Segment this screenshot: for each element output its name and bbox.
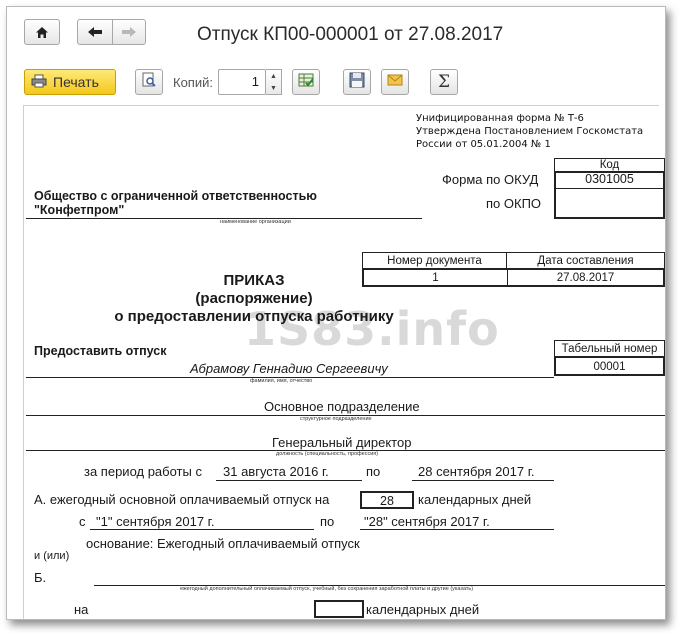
save-button[interactable] [343, 69, 371, 95]
home-button[interactable] [24, 19, 60, 45]
doc-number: 1 [432, 272, 439, 284]
doc-date-header-cell: Дата составления [506, 252, 665, 269]
a-to-label: по [320, 514, 335, 529]
okpo-label: по ОКПО [486, 196, 542, 211]
grant-label: Предоставить отпуск [34, 344, 167, 358]
spinner-down-icon[interactable]: ▼ [270, 85, 277, 92]
period-from-underline [216, 480, 362, 481]
back-button[interactable] [77, 19, 113, 45]
a-days-box: 28 [360, 491, 414, 509]
code-box: 0301005 [554, 171, 665, 219]
printer-icon [31, 74, 47, 91]
org-name-line2: "Конфетпром" [34, 203, 125, 217]
forward-button[interactable] [112, 19, 146, 45]
a-from-underline [90, 529, 314, 530]
navigation-bar: Отпуск КП00-000001 от 27.08.2017 [7, 7, 665, 51]
b-caption: ежегодный дополнительный оплачиваемый от… [180, 586, 474, 592]
document-window: Отпуск КП00-000001 от 27.08.2017 Печать [6, 6, 666, 620]
employee-caption: фамилия, имя, отчество [250, 378, 313, 384]
form-header-line1: Унифицированная форма № Т-6 [416, 113, 584, 124]
arrow-left-icon [87, 26, 103, 38]
doc-number-row: 1 27.08.2017 [362, 268, 665, 287]
doc-number-header: Номер документа [387, 255, 482, 267]
a-days-label: календарных дней [418, 492, 532, 507]
b-days-box [314, 600, 364, 618]
sigma-icon: Σ [437, 72, 451, 92]
send-email-button[interactable] [381, 69, 409, 95]
toolbar: Печать Копий: 1 ▲ ▼ Σ [7, 65, 665, 99]
position-name: Генеральный директор [272, 435, 412, 450]
a-to-underline [360, 529, 554, 530]
spinner-up-icon[interactable]: ▲ [270, 73, 277, 80]
okud-value: 0301005 [585, 172, 634, 186]
print-preview-button[interactable] [135, 69, 163, 95]
section-b-label: Б. [34, 570, 47, 585]
and-or-label: и (или) [34, 550, 70, 562]
form-header-line3: России от 05.01.2004 № 1 [416, 139, 551, 150]
order-subtitle: (распоряжение) [195, 290, 313, 307]
print-button[interactable]: Печать [24, 69, 116, 95]
code-header-cell: Код [554, 158, 665, 172]
order-title: ПРИКАЗ [223, 272, 285, 289]
doc-date-header: Дата составления [537, 255, 634, 267]
employee-name: Абрамову Геннадию Сергеевичу [190, 361, 388, 376]
a-to: "28" сентября 2017 г. [364, 514, 490, 529]
period-to-label: по [366, 464, 381, 479]
position-caption: должность (специальность, профессия) [276, 451, 379, 457]
doc-date: 27.08.2017 [556, 272, 615, 284]
period-from: 31 августа 2016 г. [223, 464, 329, 479]
table-settings-button[interactable] [292, 69, 320, 95]
tab-header-cell: Табельный номер [554, 340, 665, 357]
print-label: Печать [53, 74, 99, 90]
tab-number-box: 00001 [554, 356, 665, 376]
sum-button[interactable]: Σ [430, 69, 458, 95]
a-from: "1" сентября 2017 г. [96, 514, 215, 529]
copies-spinner[interactable]: ▲ ▼ [266, 69, 282, 95]
home-icon [35, 26, 49, 39]
period-to: 28 сентября 2017 г. [418, 464, 535, 479]
copies-label: Копий: [173, 75, 213, 90]
department-name: Основное подразделение [264, 399, 420, 414]
table-settings-icon [298, 72, 314, 93]
form-header-line2: Утверждена Постановлением Госкомстата [416, 126, 644, 137]
print-preview-icon [141, 72, 157, 93]
basis-text: основание: Ежегодный оплачиваемый отпуск [86, 536, 360, 551]
org-caption: наименование организации [220, 219, 291, 225]
section-a-label: А. ежегодный основной оплачиваемый отпус… [34, 492, 330, 507]
doc-number-header-cell: Номер документа [362, 252, 507, 269]
document-page: 1S83.info Унифицированная форма № Т-6 Ут… [23, 105, 665, 619]
window-title: Отпуск КП00-000001 от 27.08.2017 [197, 24, 504, 45]
tab-header: Табельный номер [561, 343, 658, 355]
tab-number: 00001 [593, 361, 626, 373]
arrow-right-icon [121, 26, 137, 38]
org-name-line1: Общество с ограниченной ответственностью [34, 189, 317, 203]
a-days: 28 [380, 494, 394, 508]
envelope-icon [387, 73, 403, 91]
a-from-label: с [79, 514, 86, 529]
okud-label: Форма по ОКУД [442, 172, 539, 187]
department-caption: структурное подразделение [300, 416, 372, 422]
b-na-label: на [74, 602, 89, 617]
save-icon [349, 72, 365, 93]
period-to-underline [412, 480, 554, 481]
period-label: за период работы с [84, 464, 202, 479]
b-days-label: календарных дней [366, 602, 480, 617]
copies-input[interactable]: 1 [218, 69, 266, 95]
order-title-line3: о предоставлении отпуска работнику [114, 308, 394, 325]
